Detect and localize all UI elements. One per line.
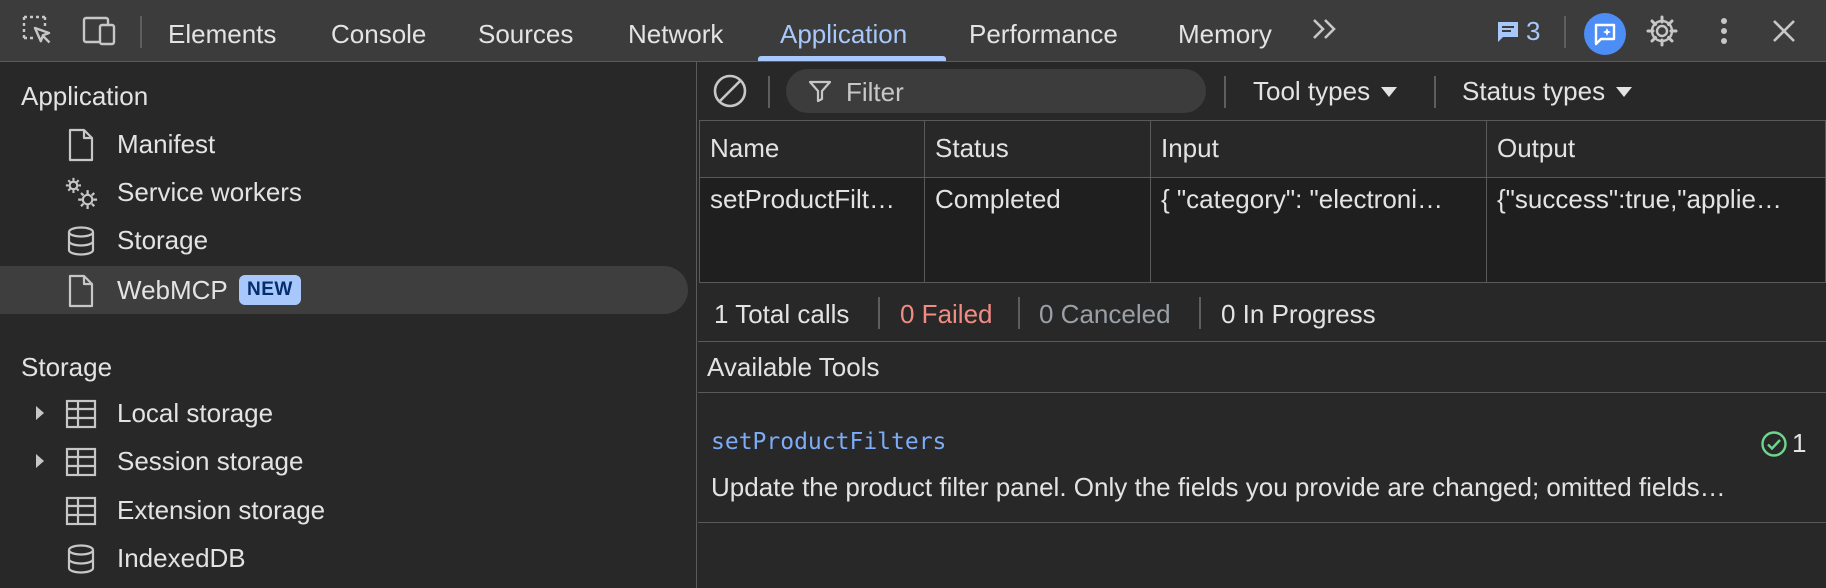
available-tools-title: Available Tools xyxy=(707,352,880,382)
issues-counter[interactable]: 3 xyxy=(1494,16,1540,47)
gears-icon xyxy=(64,176,98,210)
sidebar-item-webmcp[interactable]: WebMCP NEW xyxy=(0,266,688,314)
sidebar-item-label: IndexedDB xyxy=(117,543,246,573)
filter-placeholder: Filter xyxy=(846,77,904,107)
sidebar-item-local-storage[interactable]: Local storage xyxy=(0,389,688,437)
table-icon xyxy=(64,494,98,528)
filter-input[interactable]: Filter xyxy=(786,69,1206,113)
dropdown-arrow-icon xyxy=(1616,86,1633,97)
sidebar-item-label: Service workers xyxy=(117,177,302,207)
status-types-dropdown[interactable]: Status types xyxy=(1462,76,1633,107)
tool-name[interactable]: setProductFilters xyxy=(711,429,946,455)
more-options-icon[interactable] xyxy=(1706,13,1742,49)
active-tab-indicator xyxy=(758,56,946,61)
sidebar-item-label: Storage xyxy=(117,225,209,255)
tab-elements[interactable]: Elements xyxy=(168,0,276,62)
check-circle-icon xyxy=(1761,430,1787,457)
message-icon xyxy=(1498,21,1518,42)
sidebar-item-indexeddb[interactable]: IndexedDB xyxy=(0,534,688,582)
sidebar-item-label: Session storage xyxy=(117,446,304,476)
column-header-status[interactable]: Status xyxy=(925,121,1151,178)
canceled-calls: 0 Canceled xyxy=(1039,299,1171,329)
dropdown-arrow-icon xyxy=(1381,86,1398,97)
filter-funnel-icon xyxy=(808,80,832,103)
close-icon[interactable] xyxy=(1766,13,1802,49)
database-icon xyxy=(64,224,98,258)
sidebar-item-extension-storage[interactable]: Extension storage xyxy=(0,486,688,534)
tab-application[interactable]: Application xyxy=(780,0,907,62)
webmcp-panel: Filter Tool types Status types Name Stat… xyxy=(698,62,1826,588)
sidebar-item-service-workers[interactable]: Service workers xyxy=(0,168,688,216)
table-cell-output[interactable]: {"success":true,"applie… xyxy=(1487,178,1825,282)
ai-assistance-button[interactable] xyxy=(1584,13,1626,55)
tab-network[interactable]: Network xyxy=(628,0,723,62)
sidebar-item-label: WebMCP xyxy=(117,275,228,305)
sidebar-item-session-storage[interactable]: Session storage xyxy=(0,437,688,485)
new-badge: NEW xyxy=(239,275,301,305)
tool-description: Update the product filter panel. Only th… xyxy=(711,472,1726,502)
tab-sources[interactable]: Sources xyxy=(478,0,573,62)
table-cell-input[interactable]: { "category": "electroni… xyxy=(1151,178,1487,282)
devtools-toolbar: Elements Console Sources Network Applica… xyxy=(0,0,1826,62)
more-tabs-icon[interactable] xyxy=(1310,14,1340,51)
table-icon xyxy=(64,445,98,479)
tab-performance[interactable]: Performance xyxy=(969,0,1118,62)
sidebar-item-manifest[interactable]: Manifest xyxy=(0,120,688,168)
settings-gear-icon[interactable] xyxy=(1644,13,1680,49)
tool-count-value: 1 xyxy=(1792,428,1807,458)
tab-console[interactable]: Console xyxy=(331,0,426,62)
application-sidebar: Application Manifest Service workers Sto… xyxy=(0,62,697,588)
tool-types-dropdown[interactable]: Tool types xyxy=(1253,76,1398,107)
section-title-application: Application xyxy=(21,81,149,111)
column-header-input[interactable]: Input xyxy=(1151,121,1487,178)
expand-arrow-icon[interactable] xyxy=(32,451,48,471)
table-cell-status[interactable]: Completed xyxy=(925,178,1151,282)
issues-count: 3 xyxy=(1526,16,1541,46)
inspect-element-icon[interactable] xyxy=(20,13,56,49)
tab-memory[interactable]: Memory xyxy=(1178,0,1272,62)
sidebar-item-storage[interactable]: Storage xyxy=(0,216,688,264)
failed-calls: 0 Failed xyxy=(900,299,993,329)
in-progress-calls: 0 In Progress xyxy=(1221,299,1376,329)
column-header-output[interactable]: Output xyxy=(1487,121,1825,178)
section-title-storage: Storage xyxy=(21,352,113,382)
database-icon xyxy=(64,542,98,576)
tool-types-label: Tool types xyxy=(1253,76,1371,106)
filter-toolbar: Filter Tool types Status types xyxy=(698,62,1826,120)
clear-icon[interactable] xyxy=(712,73,748,109)
sidebar-item-label: Local storage xyxy=(117,398,274,428)
sidebar-item-label: Manifest xyxy=(117,129,216,159)
total-calls: 1 Total calls xyxy=(714,299,850,329)
expand-arrow-icon[interactable] xyxy=(32,403,48,423)
sidebar-item-label: Extension storage xyxy=(117,495,326,525)
table-cell-name[interactable]: setProductFilt… xyxy=(700,178,925,282)
ai-spark-icon xyxy=(1594,23,1616,46)
table-icon xyxy=(64,397,98,431)
document-icon xyxy=(64,274,98,308)
column-header-name[interactable]: Name xyxy=(700,121,925,178)
status-types-label: Status types xyxy=(1462,76,1606,106)
call-stats-bar: 1 Total calls 0 Failed 0 Canceled 0 In P… xyxy=(698,283,1826,342)
calls-table: Name Status Input Output setProductFilt…… xyxy=(699,120,1826,283)
document-icon xyxy=(64,128,98,162)
tool-success-count: 1 xyxy=(1760,428,1806,459)
device-toolbar-icon[interactable] xyxy=(82,13,118,49)
